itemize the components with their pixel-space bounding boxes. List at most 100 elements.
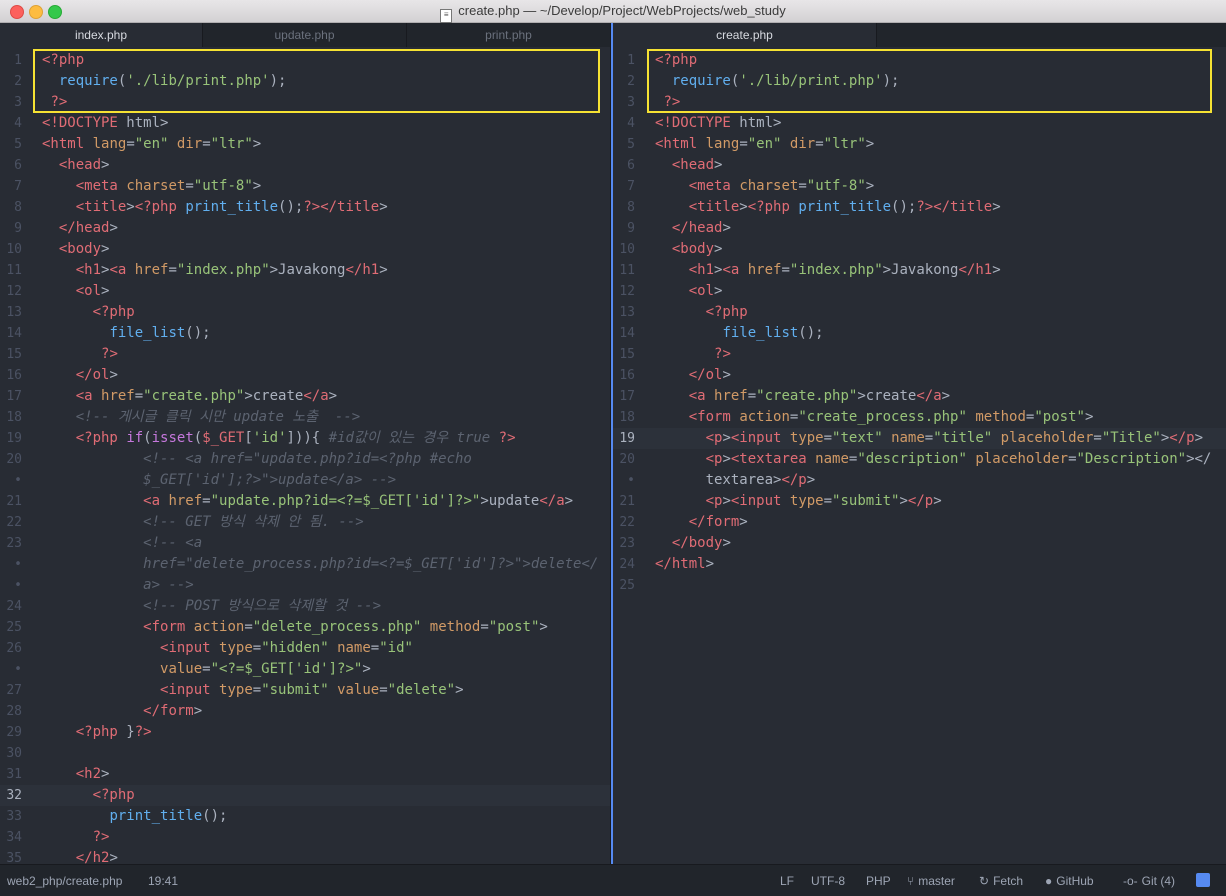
line-number[interactable]: 7 bbox=[613, 176, 635, 197]
code-text[interactable]: <html lang="en" dir="ltr"> bbox=[655, 134, 1226, 155]
code-line[interactable]: 17 <a href="create.php">create</a> bbox=[0, 386, 610, 407]
code-line[interactable]: 11 <h1><a href="index.php">Javakong</h1> bbox=[613, 260, 1226, 281]
code-line[interactable]: 16 </ol> bbox=[613, 365, 1226, 386]
code-line[interactable]: 7 <meta charset="utf-8"> bbox=[0, 176, 610, 197]
code-line[interactable]: 19 <?php if(isset($_GET['id'])){ #id값이 있… bbox=[0, 428, 610, 449]
code-line[interactable]: 18 <!-- 게시글 클릭 시만 update 노출 --> bbox=[0, 407, 610, 428]
code-text[interactable]: </form> bbox=[42, 701, 610, 722]
fetch-button[interactable]: ↻ Fetch bbox=[979, 874, 1023, 888]
code-line[interactable]: 23 </body> bbox=[613, 533, 1226, 554]
code-text[interactable]: <h1><a href="index.php">Javakong</h1> bbox=[42, 260, 610, 281]
code-line[interactable]: 34 ?> bbox=[0, 827, 610, 848]
code-text[interactable]: <?php }?> bbox=[42, 722, 610, 743]
line-number[interactable]: • bbox=[613, 470, 635, 491]
line-number[interactable]: 2 bbox=[613, 71, 635, 92]
line-number[interactable]: 13 bbox=[0, 302, 22, 323]
line-number[interactable]: 34 bbox=[0, 827, 22, 848]
code-line[interactable]: 23 <!-- <a bbox=[0, 533, 610, 554]
editor-pane-left[interactable]: 35 </h2> 34 ?> 33 print_title(); 32 <?php 31… bbox=[0, 47, 611, 864]
code-text[interactable]: </head> bbox=[42, 218, 610, 239]
code-text[interactable]: </h2> bbox=[42, 848, 610, 864]
line-number[interactable]: 18 bbox=[613, 407, 635, 428]
code-text[interactable]: <head> bbox=[655, 155, 1226, 176]
code-line[interactable]: 15 ?> bbox=[613, 344, 1226, 365]
code-line[interactable]: 12 <ol> bbox=[613, 281, 1226, 302]
line-number[interactable]: 25 bbox=[0, 617, 22, 638]
code-text[interactable]: <p><input type="submit"></p> bbox=[655, 491, 1226, 512]
code-line[interactable]: 22 </form> bbox=[613, 512, 1226, 533]
code-line[interactable]: 8 <title><?php print_title();?></title> bbox=[613, 197, 1226, 218]
line-number[interactable]: 13 bbox=[613, 302, 635, 323]
code-text[interactable]: <p><input type="text" name="title" place… bbox=[655, 428, 1226, 449]
code-line[interactable]: 25 bbox=[613, 575, 1226, 596]
code-text[interactable]: <!DOCTYPE html> bbox=[655, 113, 1226, 134]
line-number[interactable]: 11 bbox=[0, 260, 22, 281]
line-number[interactable]: 6 bbox=[613, 155, 635, 176]
line-number[interactable]: 17 bbox=[613, 386, 635, 407]
code-line[interactable]: 8 <title><?php print_title();?></title> bbox=[0, 197, 610, 218]
code-line[interactable]: 12 <ol> bbox=[0, 281, 610, 302]
line-number[interactable]: 23 bbox=[0, 533, 22, 554]
code-line[interactable]: 16 </ol> bbox=[0, 365, 610, 386]
line-number[interactable]: 3 bbox=[613, 92, 635, 113]
code-text[interactable]: href="delete_process.php?id=<?=$_GET['id… bbox=[42, 554, 610, 575]
code-text[interactable]: <meta charset="utf-8"> bbox=[42, 176, 610, 197]
code-line[interactable]: • $_GET['id'];?>">update</a> --> bbox=[0, 470, 610, 491]
code-line[interactable]: 10 <body> bbox=[613, 239, 1226, 260]
code-text[interactable]: <?php bbox=[42, 302, 610, 323]
code-text[interactable]: $_GET['id'];?>">update</a> --> bbox=[42, 470, 610, 491]
code-text[interactable]: <input type="hidden" name="id" bbox=[42, 638, 610, 659]
line-number[interactable]: 14 bbox=[0, 323, 22, 344]
code-line[interactable]: 11 <h1><a href="index.php">Javakong</h1> bbox=[0, 260, 610, 281]
line-ending-selector[interactable]: LF bbox=[780, 874, 794, 888]
line-number[interactable]: 6 bbox=[0, 155, 22, 176]
line-number[interactable]: 32 bbox=[0, 785, 22, 806]
code-line[interactable]: 26 <input type="hidden" name="id" bbox=[0, 638, 610, 659]
code-line[interactable]: 32 <?php bbox=[0, 785, 610, 806]
line-number[interactable]: 16 bbox=[613, 365, 635, 386]
code-text[interactable]: print_title(); bbox=[42, 806, 610, 827]
code-text[interactable]: <a href="create.php">create</a> bbox=[655, 386, 1226, 407]
code-line[interactable]: 5 <html lang="en" dir="ltr"> bbox=[0, 134, 610, 155]
code-text[interactable]: <h2> bbox=[42, 764, 610, 785]
code-text[interactable]: file_list(); bbox=[655, 323, 1226, 344]
line-number[interactable]: 10 bbox=[613, 239, 635, 260]
tab-print-php[interactable]: print.php bbox=[407, 23, 611, 47]
line-number[interactable]: 23 bbox=[613, 533, 635, 554]
line-number[interactable]: 24 bbox=[613, 554, 635, 575]
line-number[interactable]: 9 bbox=[0, 218, 22, 239]
code-line[interactable]: 31 <h2> bbox=[0, 764, 610, 785]
code-text[interactable]: <html lang="en" dir="ltr"> bbox=[42, 134, 610, 155]
grammar-selector[interactable]: PHP bbox=[866, 874, 891, 888]
line-number[interactable]: 8 bbox=[613, 197, 635, 218]
line-number[interactable]: 21 bbox=[0, 491, 22, 512]
code-line[interactable]: 14 file_list(); bbox=[613, 323, 1226, 344]
line-number[interactable]: 11 bbox=[613, 260, 635, 281]
code-line[interactable]: 24 </html> bbox=[613, 554, 1226, 575]
tab-update-php[interactable]: update.php bbox=[203, 23, 407, 47]
code-text[interactable]: <!-- 게시글 클릭 시만 update 노출 --> bbox=[42, 407, 610, 428]
line-number[interactable]: 9 bbox=[613, 218, 635, 239]
code-text[interactable]: ?> bbox=[655, 344, 1226, 365]
file-path[interactable]: web2_php/create.php bbox=[7, 874, 122, 888]
code-line[interactable]: 9 </head> bbox=[0, 218, 610, 239]
code-text[interactable]: <!-- <a bbox=[42, 533, 610, 554]
code-line[interactable]: 17 <a href="create.php">create</a> bbox=[613, 386, 1226, 407]
line-number[interactable]: 10 bbox=[0, 239, 22, 260]
line-number[interactable]: • bbox=[0, 575, 22, 596]
squirrel-update-icon[interactable] bbox=[1196, 873, 1210, 887]
code-line[interactable]: 24 <!-- POST 방식으로 삭제할 것 --> bbox=[0, 596, 610, 617]
code-text[interactable]: ?> bbox=[42, 344, 610, 365]
cursor-position[interactable]: 19:41 bbox=[148, 874, 178, 888]
code-line[interactable]: • textarea></p> bbox=[613, 470, 1226, 491]
line-number[interactable]: 21 bbox=[613, 491, 635, 512]
code-text[interactable]: <title><?php print_title();?></title> bbox=[42, 197, 610, 218]
line-number[interactable]: 18 bbox=[0, 407, 22, 428]
line-number[interactable]: • bbox=[0, 659, 22, 680]
line-number[interactable]: 14 bbox=[613, 323, 635, 344]
line-number[interactable]: 1 bbox=[613, 50, 635, 71]
line-number[interactable]: 7 bbox=[0, 176, 22, 197]
line-number[interactable]: 19 bbox=[0, 428, 22, 449]
line-number[interactable]: 1 bbox=[0, 50, 22, 71]
line-number[interactable]: 26 bbox=[0, 638, 22, 659]
